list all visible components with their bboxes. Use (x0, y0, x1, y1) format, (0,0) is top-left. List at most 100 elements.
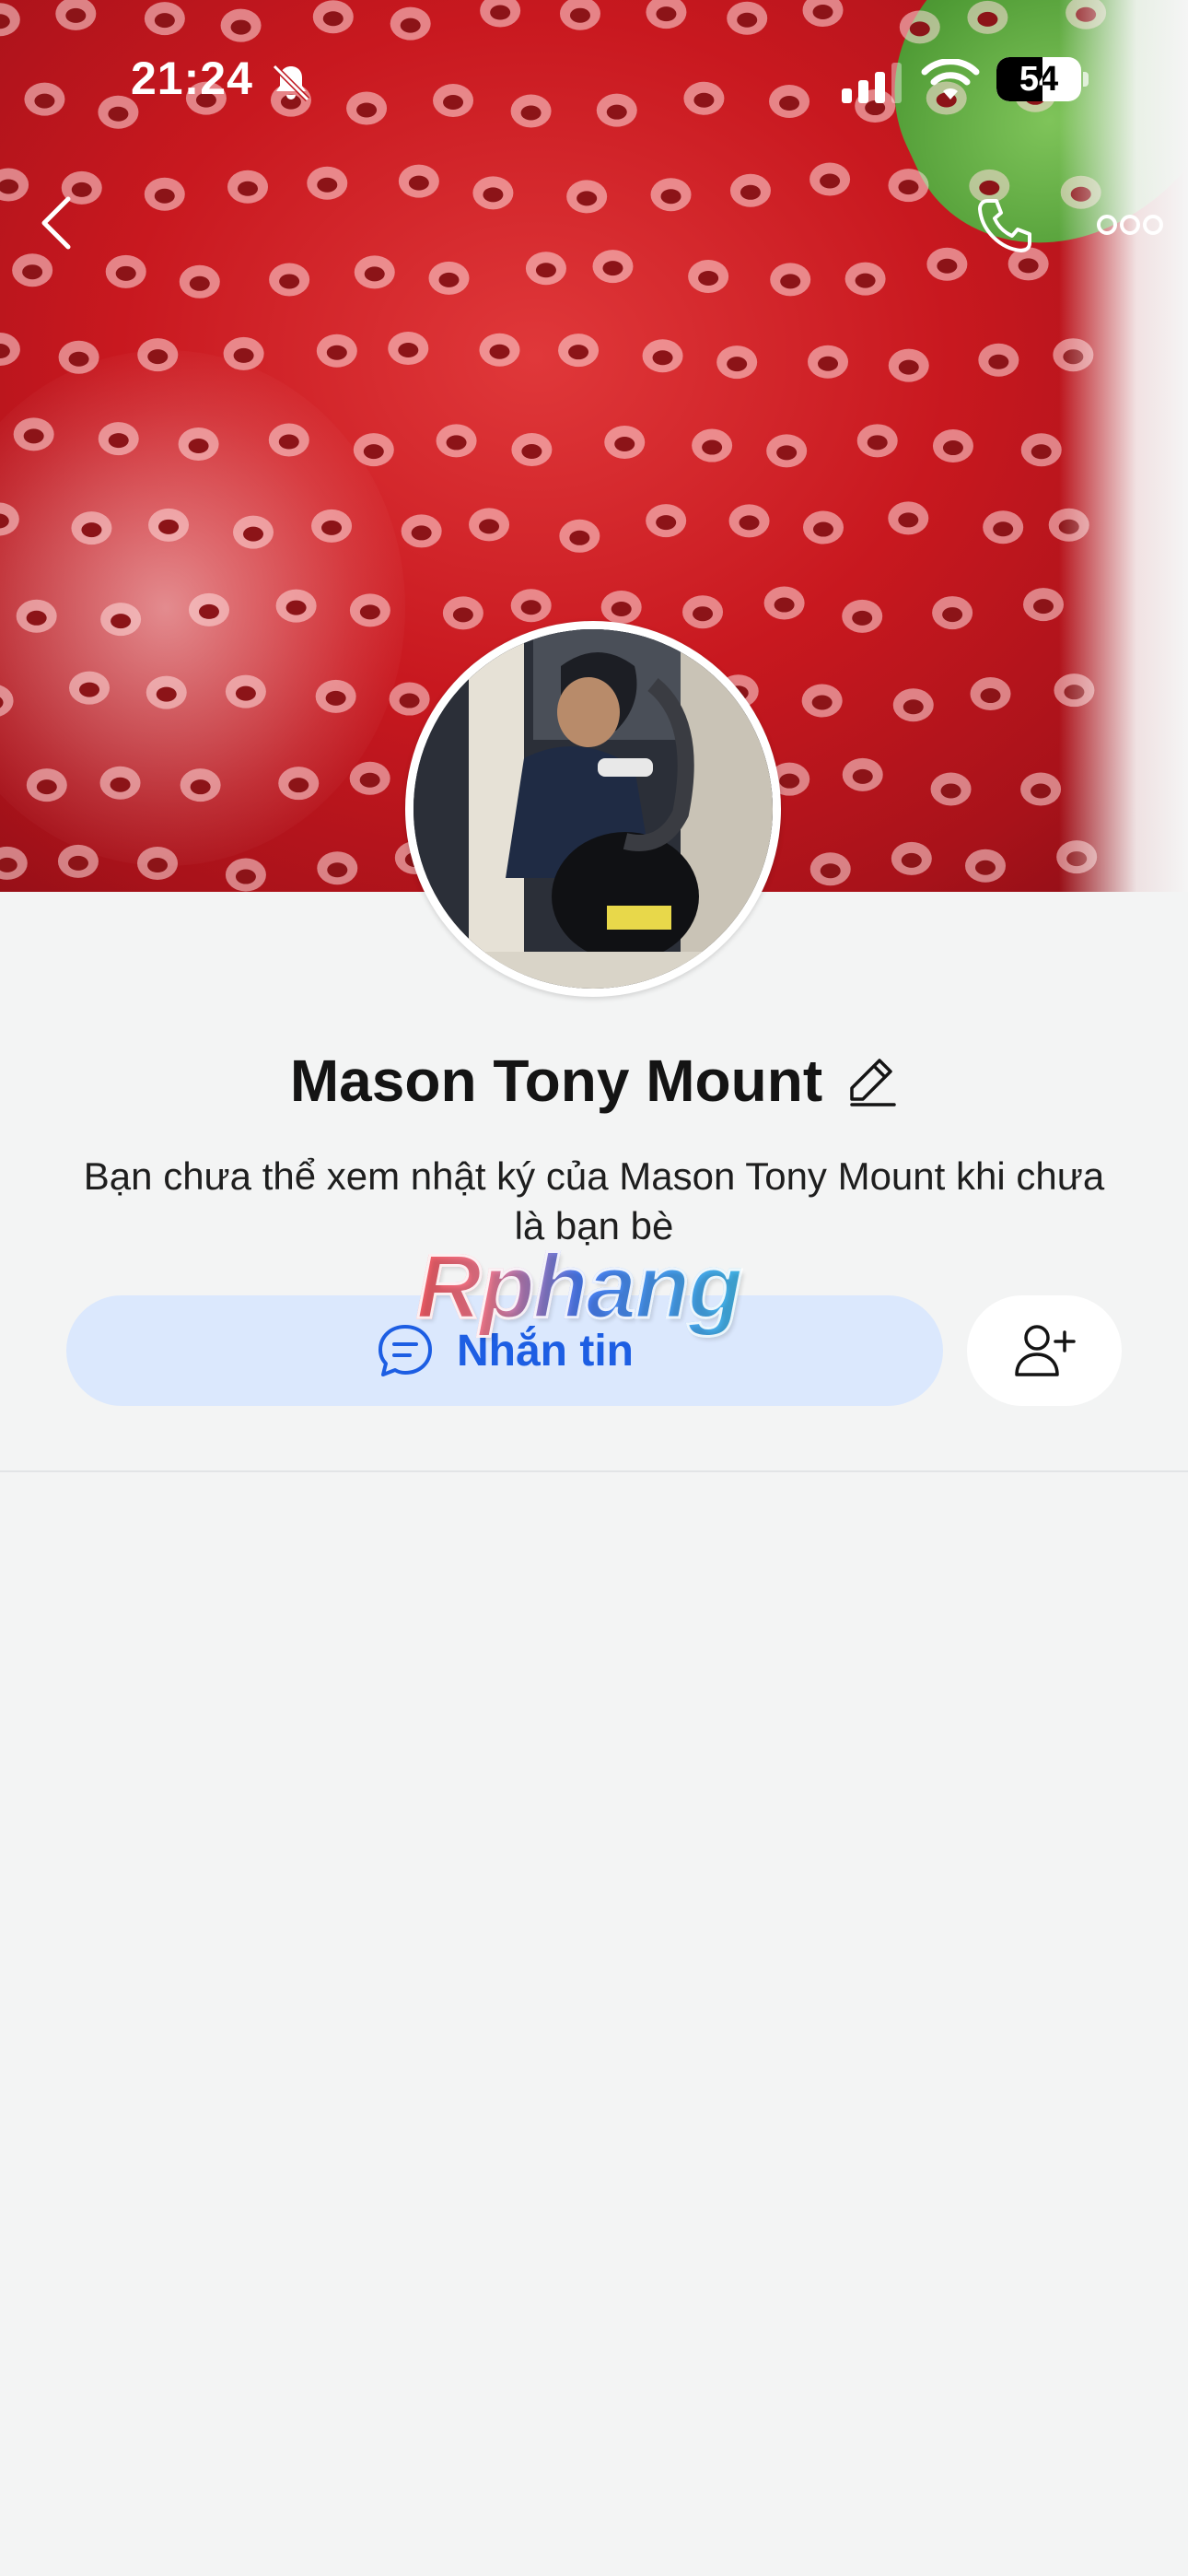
seed (57, 844, 99, 878)
battery-level: 54 (1019, 60, 1059, 99)
seed (646, 504, 687, 538)
seed (311, 509, 353, 543)
seed (428, 261, 470, 295)
seed (100, 603, 142, 637)
seed (0, 168, 29, 202)
avatar-illustration (413, 629, 773, 989)
wifi-icon (921, 59, 980, 100)
avatar-photo (413, 629, 773, 989)
seed (809, 162, 851, 196)
seed (71, 511, 112, 545)
seed (932, 429, 973, 463)
seed (978, 343, 1019, 377)
profile-name: Mason Tony Mount (289, 1048, 823, 1114)
more-horizontal-icon[interactable] (1096, 212, 1164, 238)
seed (0, 333, 20, 367)
seed (472, 176, 514, 210)
cellular-signal-icon (842, 63, 902, 103)
seed (317, 851, 358, 885)
seed (442, 596, 483, 630)
seed (268, 423, 309, 457)
seed (275, 589, 317, 623)
battery-indicator: 54 (996, 57, 1081, 101)
seed (0, 502, 19, 536)
seed (436, 424, 477, 458)
seed (16, 599, 57, 633)
seed (227, 170, 269, 204)
seed (13, 417, 54, 451)
seed (178, 427, 219, 462)
seed (983, 510, 1024, 544)
add-friend-button[interactable] (967, 1295, 1122, 1406)
seed (278, 767, 320, 801)
seed (888, 348, 929, 382)
seed (809, 852, 851, 886)
seed (650, 178, 692, 212)
seed (592, 250, 634, 284)
seed (12, 253, 53, 287)
seed (307, 166, 348, 200)
seed (69, 671, 111, 705)
seed (682, 595, 724, 629)
seed (389, 682, 430, 716)
seed (1020, 772, 1062, 806)
seed (965, 849, 1007, 883)
user-plus-icon (1015, 1325, 1076, 1376)
seed (479, 333, 520, 367)
profile-name-row: Mason Tony Mount (0, 1039, 1188, 1122)
seed (398, 164, 439, 198)
seed (770, 263, 811, 297)
phone-icon[interactable] (974, 195, 1035, 256)
seed (105, 254, 146, 288)
seed (99, 766, 141, 800)
avatar[interactable] (405, 621, 781, 997)
seed (137, 847, 179, 881)
battery-cap (1083, 72, 1089, 87)
seed (932, 596, 973, 630)
seed (315, 679, 356, 713)
status-time: 21:24 (131, 53, 253, 104)
seed (716, 345, 758, 380)
seed (354, 255, 395, 289)
seed (316, 334, 357, 368)
seed (0, 846, 28, 880)
seed (558, 334, 600, 368)
seed (146, 675, 187, 709)
seed (891, 841, 932, 875)
seed (179, 264, 220, 299)
seed (1023, 588, 1065, 622)
seed (525, 252, 566, 286)
seed (144, 177, 185, 211)
bell-off-icon (272, 64, 310, 102)
seed (642, 339, 683, 373)
seed (888, 169, 929, 203)
seed (148, 508, 190, 542)
chevron-left-icon[interactable] (37, 193, 77, 252)
seed (188, 592, 229, 626)
seed (566, 180, 608, 214)
seed (729, 173, 771, 207)
seed (353, 433, 394, 467)
seed (888, 501, 929, 535)
seed (930, 772, 972, 806)
seed (225, 674, 266, 708)
seed (801, 684, 843, 718)
seed (510, 589, 552, 623)
seed (604, 425, 646, 459)
seed (692, 428, 733, 463)
pencil-icon[interactable] (846, 1055, 898, 1107)
seed (58, 340, 99, 374)
seed (763, 586, 805, 620)
seed (0, 685, 14, 717)
seed (269, 263, 310, 297)
seed (225, 858, 266, 892)
seed (137, 338, 179, 372)
seed (469, 508, 510, 542)
seed (844, 262, 886, 296)
seed (233, 515, 274, 549)
seed (808, 345, 849, 379)
seed (559, 519, 600, 553)
seed (1020, 433, 1062, 467)
seed (803, 510, 844, 544)
seed (766, 434, 808, 468)
